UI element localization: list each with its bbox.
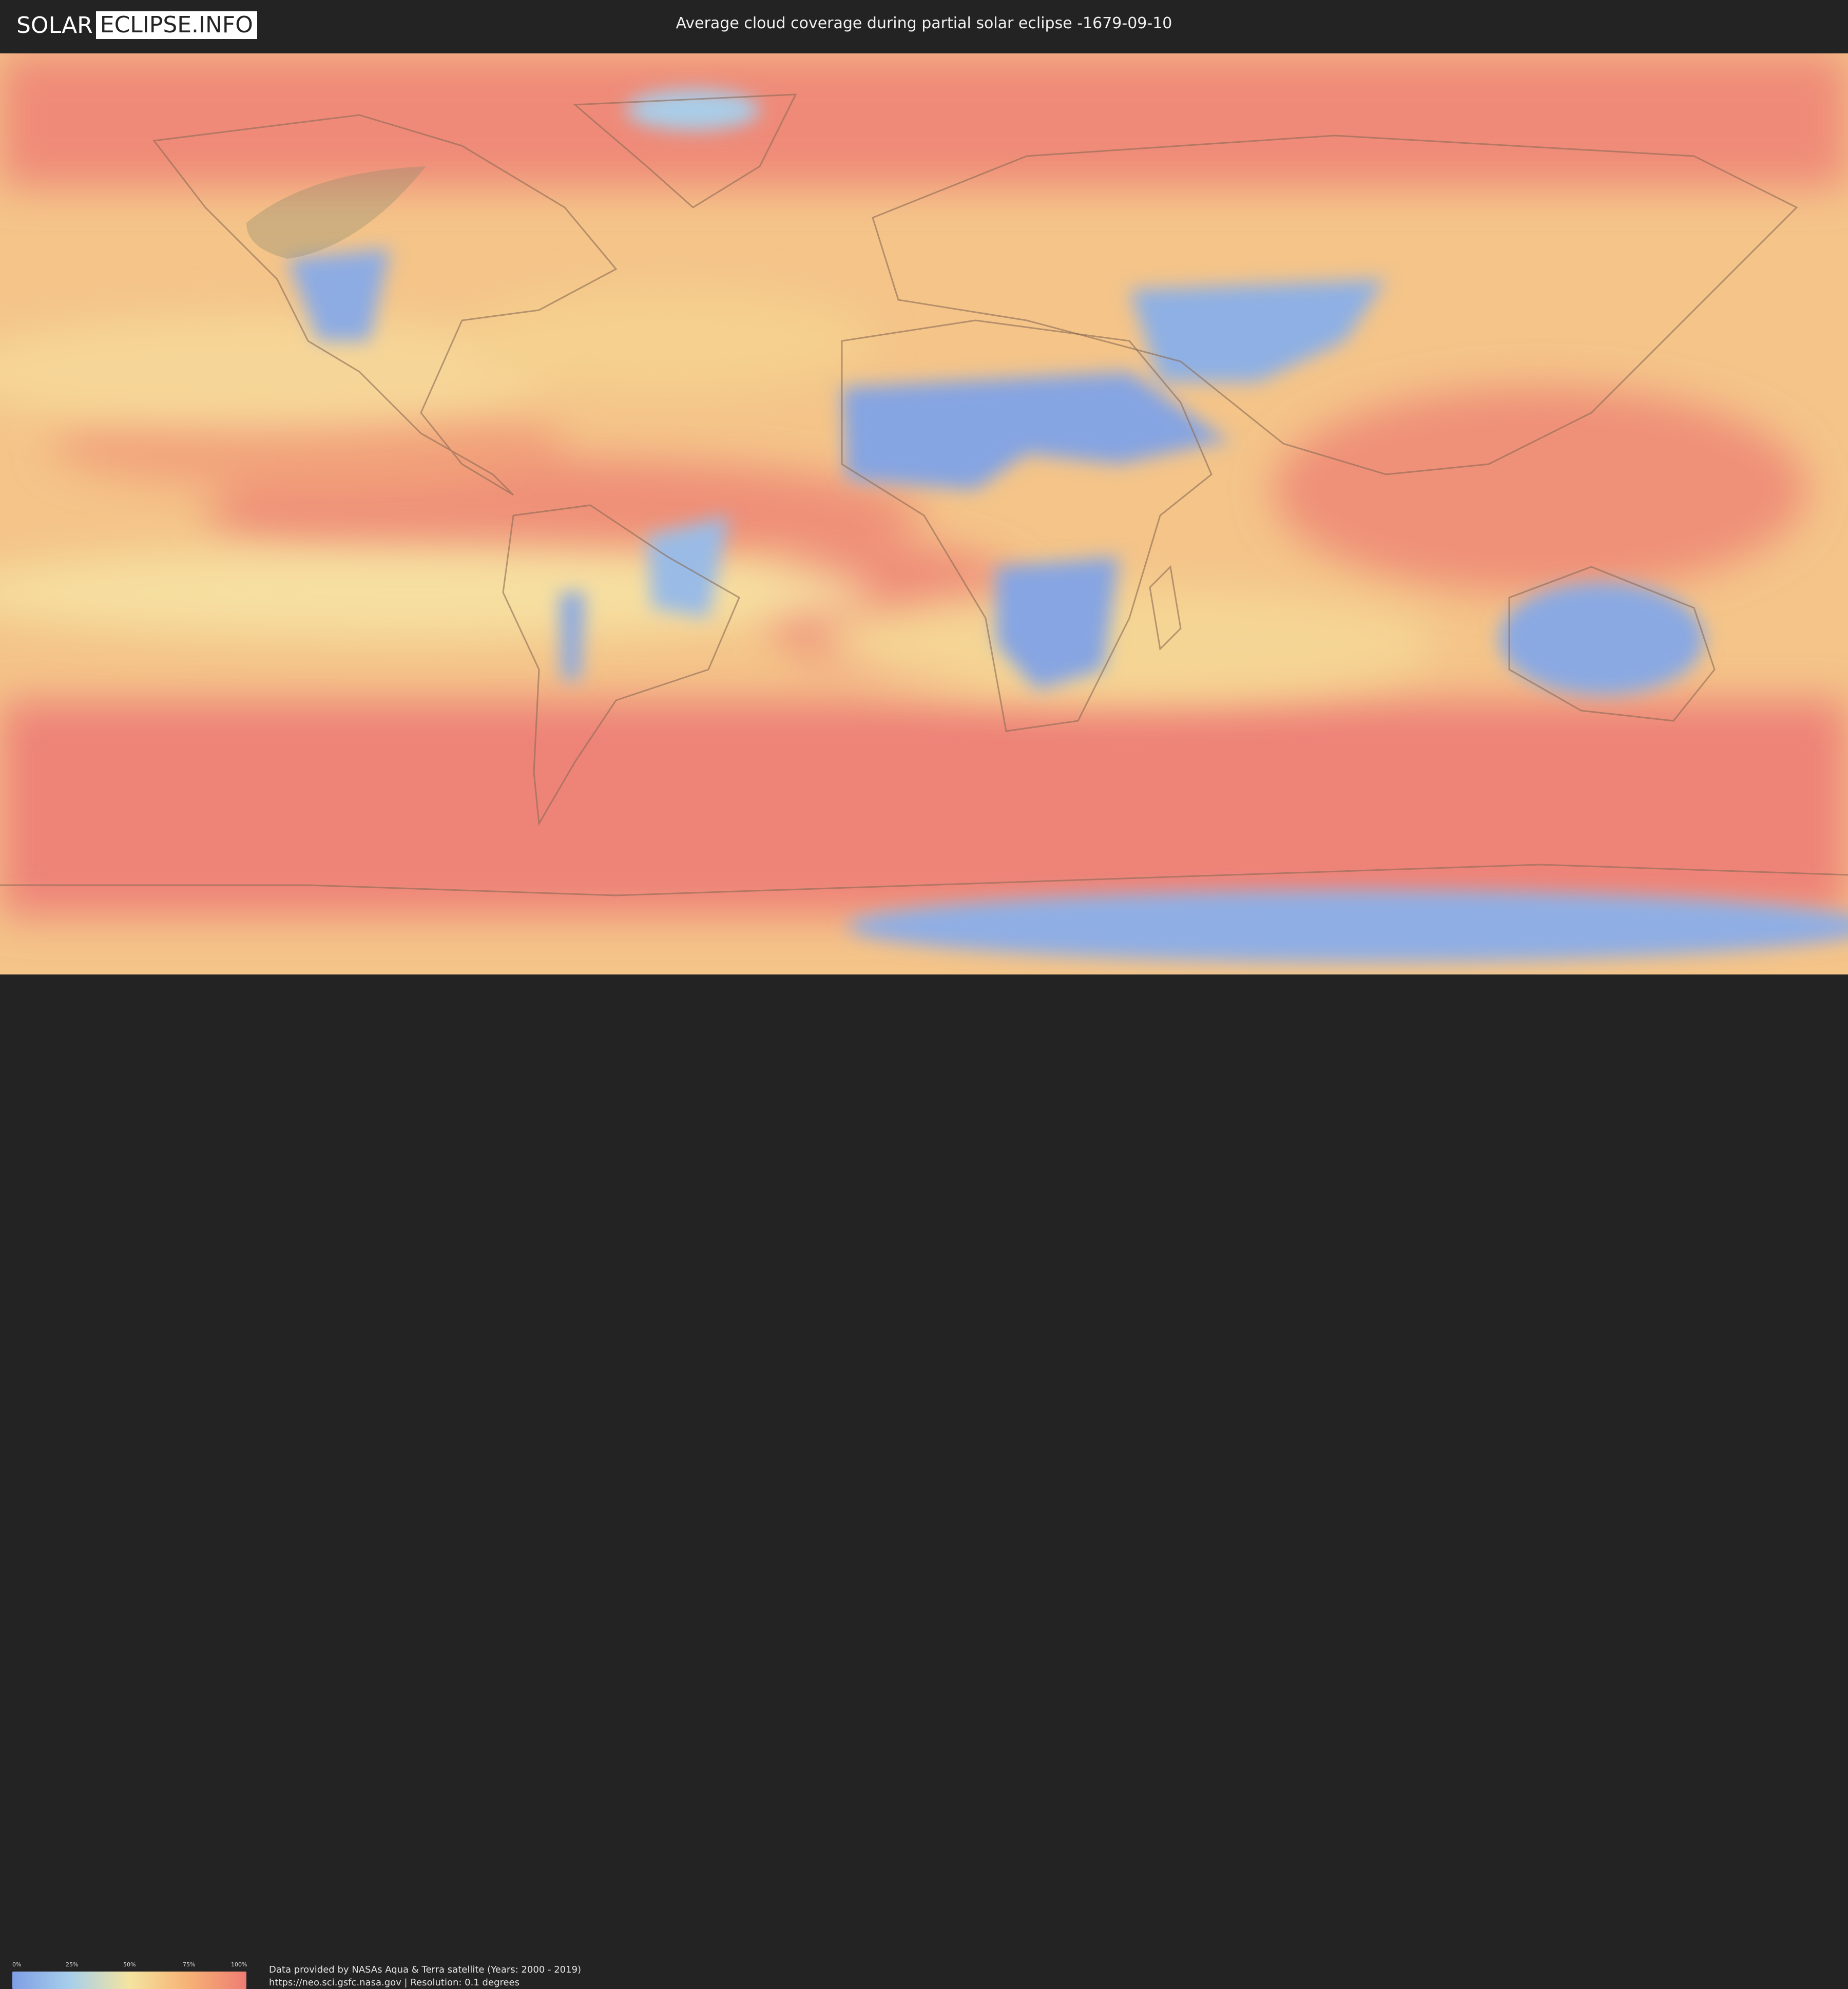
cloud-coverage-map (0, 53, 1848, 974)
legend-tick-50: 50% (123, 1961, 136, 1968)
legend-color-bar (12, 1972, 246, 1989)
legend-tick-100: 100% (231, 1961, 247, 1968)
data-source-line2[interactable]: https://neo.sci.gsfc.nasa.gov | Resoluti… (269, 1976, 581, 1989)
data-source-text: Data provided by NASAs Aqua & Terra sate… (269, 1963, 581, 1989)
legend-ticks: 0% 25% 50% 75% 100% (12, 1961, 247, 1969)
world-map-svg (0, 53, 1848, 974)
cloud-coverage-legend: 0% 25% 50% 75% 100% (12, 1961, 247, 1989)
header-bar: SOLAR ECLIPSE.INFO Average cloud coverag… (0, 0, 1848, 51)
legend-tick-0: 0% (12, 1961, 22, 1968)
data-source-line1: Data provided by NASAs Aqua & Terra sate… (269, 1964, 582, 1975)
legend-tick-25: 25% (66, 1961, 79, 1968)
footer-bar: 0% 25% 50% 75% 100% Data provided by NAS… (0, 974, 1848, 1989)
page-title: Average cloud coverage during partial so… (676, 14, 1172, 32)
legend-tick-75: 75% (183, 1961, 196, 1968)
